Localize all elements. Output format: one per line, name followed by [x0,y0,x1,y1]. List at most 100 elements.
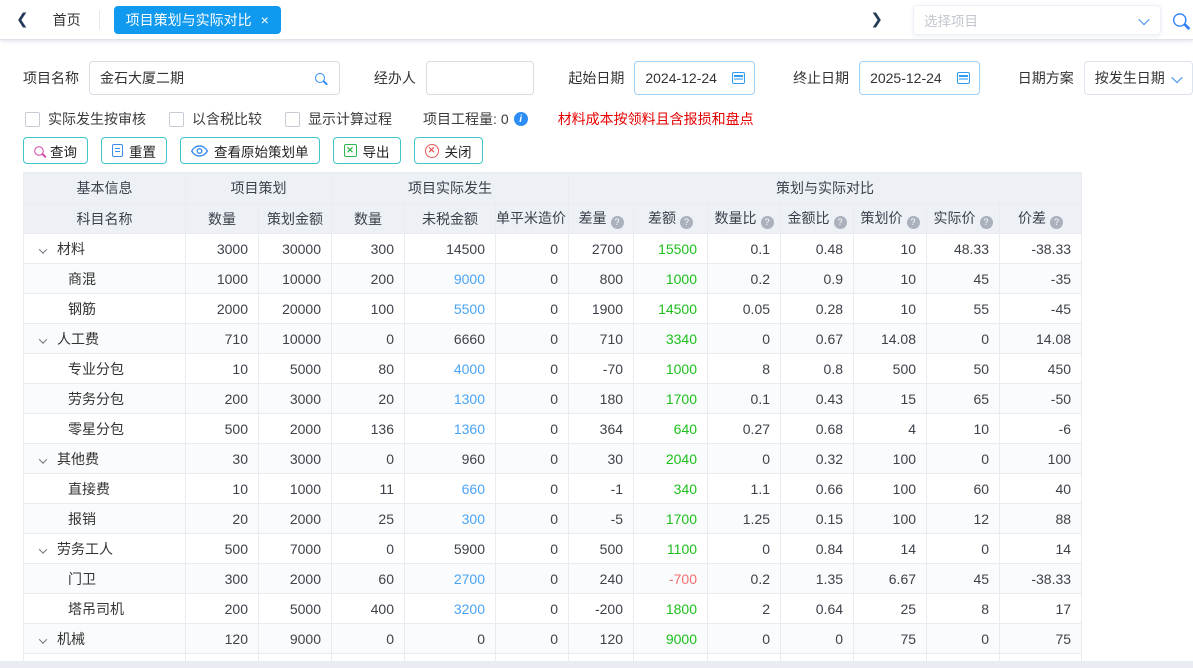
value-cell: 0.67 [781,324,854,354]
subject-name-cell: 直接费 [24,474,186,504]
value-cell: 11 [332,474,405,504]
value-cell: 0.48 [781,234,854,264]
expand-chevron-icon[interactable] [39,545,47,553]
value-cell: 20000 [259,294,332,324]
expand-chevron-icon[interactable] [39,635,47,643]
subject-name-cell: 塔吊司机 [24,594,186,624]
subject-name-cell: 机械 [24,624,186,654]
tab-divider [99,10,100,30]
value-cell: 1700 [634,504,708,534]
value-cell: 25 [332,504,405,534]
value-cell: 710 [186,324,259,354]
value-cell: 136 [332,414,405,444]
table-row: 劳务工人5007000059000500110000.8414014 [24,534,1082,564]
back-chevron-icon[interactable]: ❮ [16,12,29,27]
untaxed-amount-link[interactable]: 2700 [405,564,496,594]
column-header: 数量 [186,204,259,234]
expand-chevron-icon[interactable] [39,335,47,343]
subject-name: 劳务工人 [57,541,113,557]
end-date-input[interactable]: 2025-12-24 [859,61,980,95]
excel-export-icon: ✕ [344,144,357,157]
value-cell: -45 [1000,294,1082,324]
value-cell: 10000 [259,264,332,294]
checkbox-actual-by-audit[interactable] [25,112,40,127]
value-cell: 0.9 [781,264,854,294]
project-quantity-label: 项目工程量: [423,109,497,129]
project-select[interactable]: 选择项目 [913,5,1161,35]
value-cell: 15500 [634,234,708,264]
untaxed-amount-link[interactable]: 9000 [405,264,496,294]
untaxed-amount-link[interactable]: 4000 [405,354,496,384]
eye-icon [191,145,208,157]
query-button[interactable]: 查询 [23,137,88,164]
top-nav-bar: ❮ 首页 项目策划与实际对比 × ❯ 选择项目 [0,0,1193,40]
project-search-icon[interactable] [315,73,325,83]
expand-chevron-icon[interactable] [39,455,47,463]
calendar-icon[interactable] [732,72,745,84]
value-cell: 100 [854,474,927,504]
help-icon[interactable]: ? [834,216,847,229]
value-cell: 0.2 [708,564,781,594]
close-circle-icon: ✕ [425,144,439,158]
value-cell: 120 [186,624,259,654]
value-cell: 15 [854,384,927,414]
untaxed-amount-link[interactable]: 300 [405,504,496,534]
reset-button[interactable]: 重置 [101,137,167,164]
help-icon[interactable]: ? [761,216,774,229]
tab-active-comparison[interactable]: 项目策划与实际对比 × [114,6,281,34]
table-row: 报销202000253000-517001.250.151001288 [24,504,1082,534]
tab-home[interactable]: 首页 [53,10,81,30]
column-header: 价差? [1000,204,1082,234]
help-icon[interactable]: ? [611,216,624,229]
chevron-down-icon[interactable] [1171,72,1182,83]
value-cell: 180 [569,384,634,414]
value-cell: 60 [927,474,1000,504]
untaxed-amount-link[interactable]: 3200 [405,594,496,624]
start-date-input[interactable]: 2024-12-24 [634,61,755,95]
value-cell: 0 [496,504,569,534]
value-cell: 10 [186,474,259,504]
export-button[interactable]: ✕ 导出 [333,137,401,164]
view-original-plan-button[interactable]: 查看原始策划单 [180,137,320,164]
help-icon[interactable]: ? [1050,216,1063,229]
value-cell: 8 [927,594,1000,624]
value-cell: 3000 [259,384,332,414]
info-icon[interactable]: i [514,112,528,126]
value-cell: 2000 [259,564,332,594]
calendar-icon[interactable] [957,72,970,84]
value-cell: 1.35 [781,564,854,594]
close-button[interactable]: ✕ 关闭 [414,137,483,164]
project-name-input[interactable]: 金石大厦二期 [89,61,340,95]
untaxed-amount-link[interactable]: 1360 [405,414,496,444]
untaxed-amount-link[interactable]: 1300 [405,384,496,414]
search-icon[interactable] [1173,13,1187,27]
value-cell: 100 [332,294,405,324]
untaxed-amount-link[interactable]: 660 [405,474,496,504]
untaxed-amount-link[interactable]: 5500 [405,294,496,324]
help-icon[interactable]: ? [980,216,993,229]
project-quantity-value: 0 [501,111,509,127]
value-cell: 60 [332,564,405,594]
forward-chevron-icon[interactable]: ❯ [870,12,883,27]
value-cell: 0.32 [781,444,854,474]
expand-chevron-icon[interactable] [39,245,47,253]
value-cell: 400 [332,594,405,624]
checkbox-show-calculation[interactable] [285,112,300,127]
chevron-down-icon[interactable] [1138,13,1149,24]
tab-close-icon[interactable]: × [261,13,269,27]
help-icon[interactable]: ? [907,216,920,229]
value-cell: 2040 [634,444,708,474]
value-cell: 10000 [259,324,332,354]
filter-form: 项目名称 金石大厦二期 经办人 起始日期 2024-12-24 终止日期 202… [23,61,1193,95]
handler-input[interactable] [426,61,534,95]
help-icon[interactable]: ? [680,216,693,229]
column-header-label: 科目名称 [77,211,133,227]
value-cell: 0.1 [708,384,781,414]
toolbar: 查询 重置 查看原始策划单 ✕ 导出 ✕ 关闭 [23,137,1193,164]
subject-name: 塔吊司机 [68,601,124,617]
value-cell: -700 [634,564,708,594]
checkbox-compare-with-tax[interactable] [169,112,184,127]
value-cell: 0 [496,264,569,294]
date-scheme-select[interactable]: 按发生日期 [1084,61,1193,95]
page: ❮ 首页 项目策划与实际对比 × ❯ 选择项目 项目名称 金石大厦二期 经办人 … [0,0,1193,668]
